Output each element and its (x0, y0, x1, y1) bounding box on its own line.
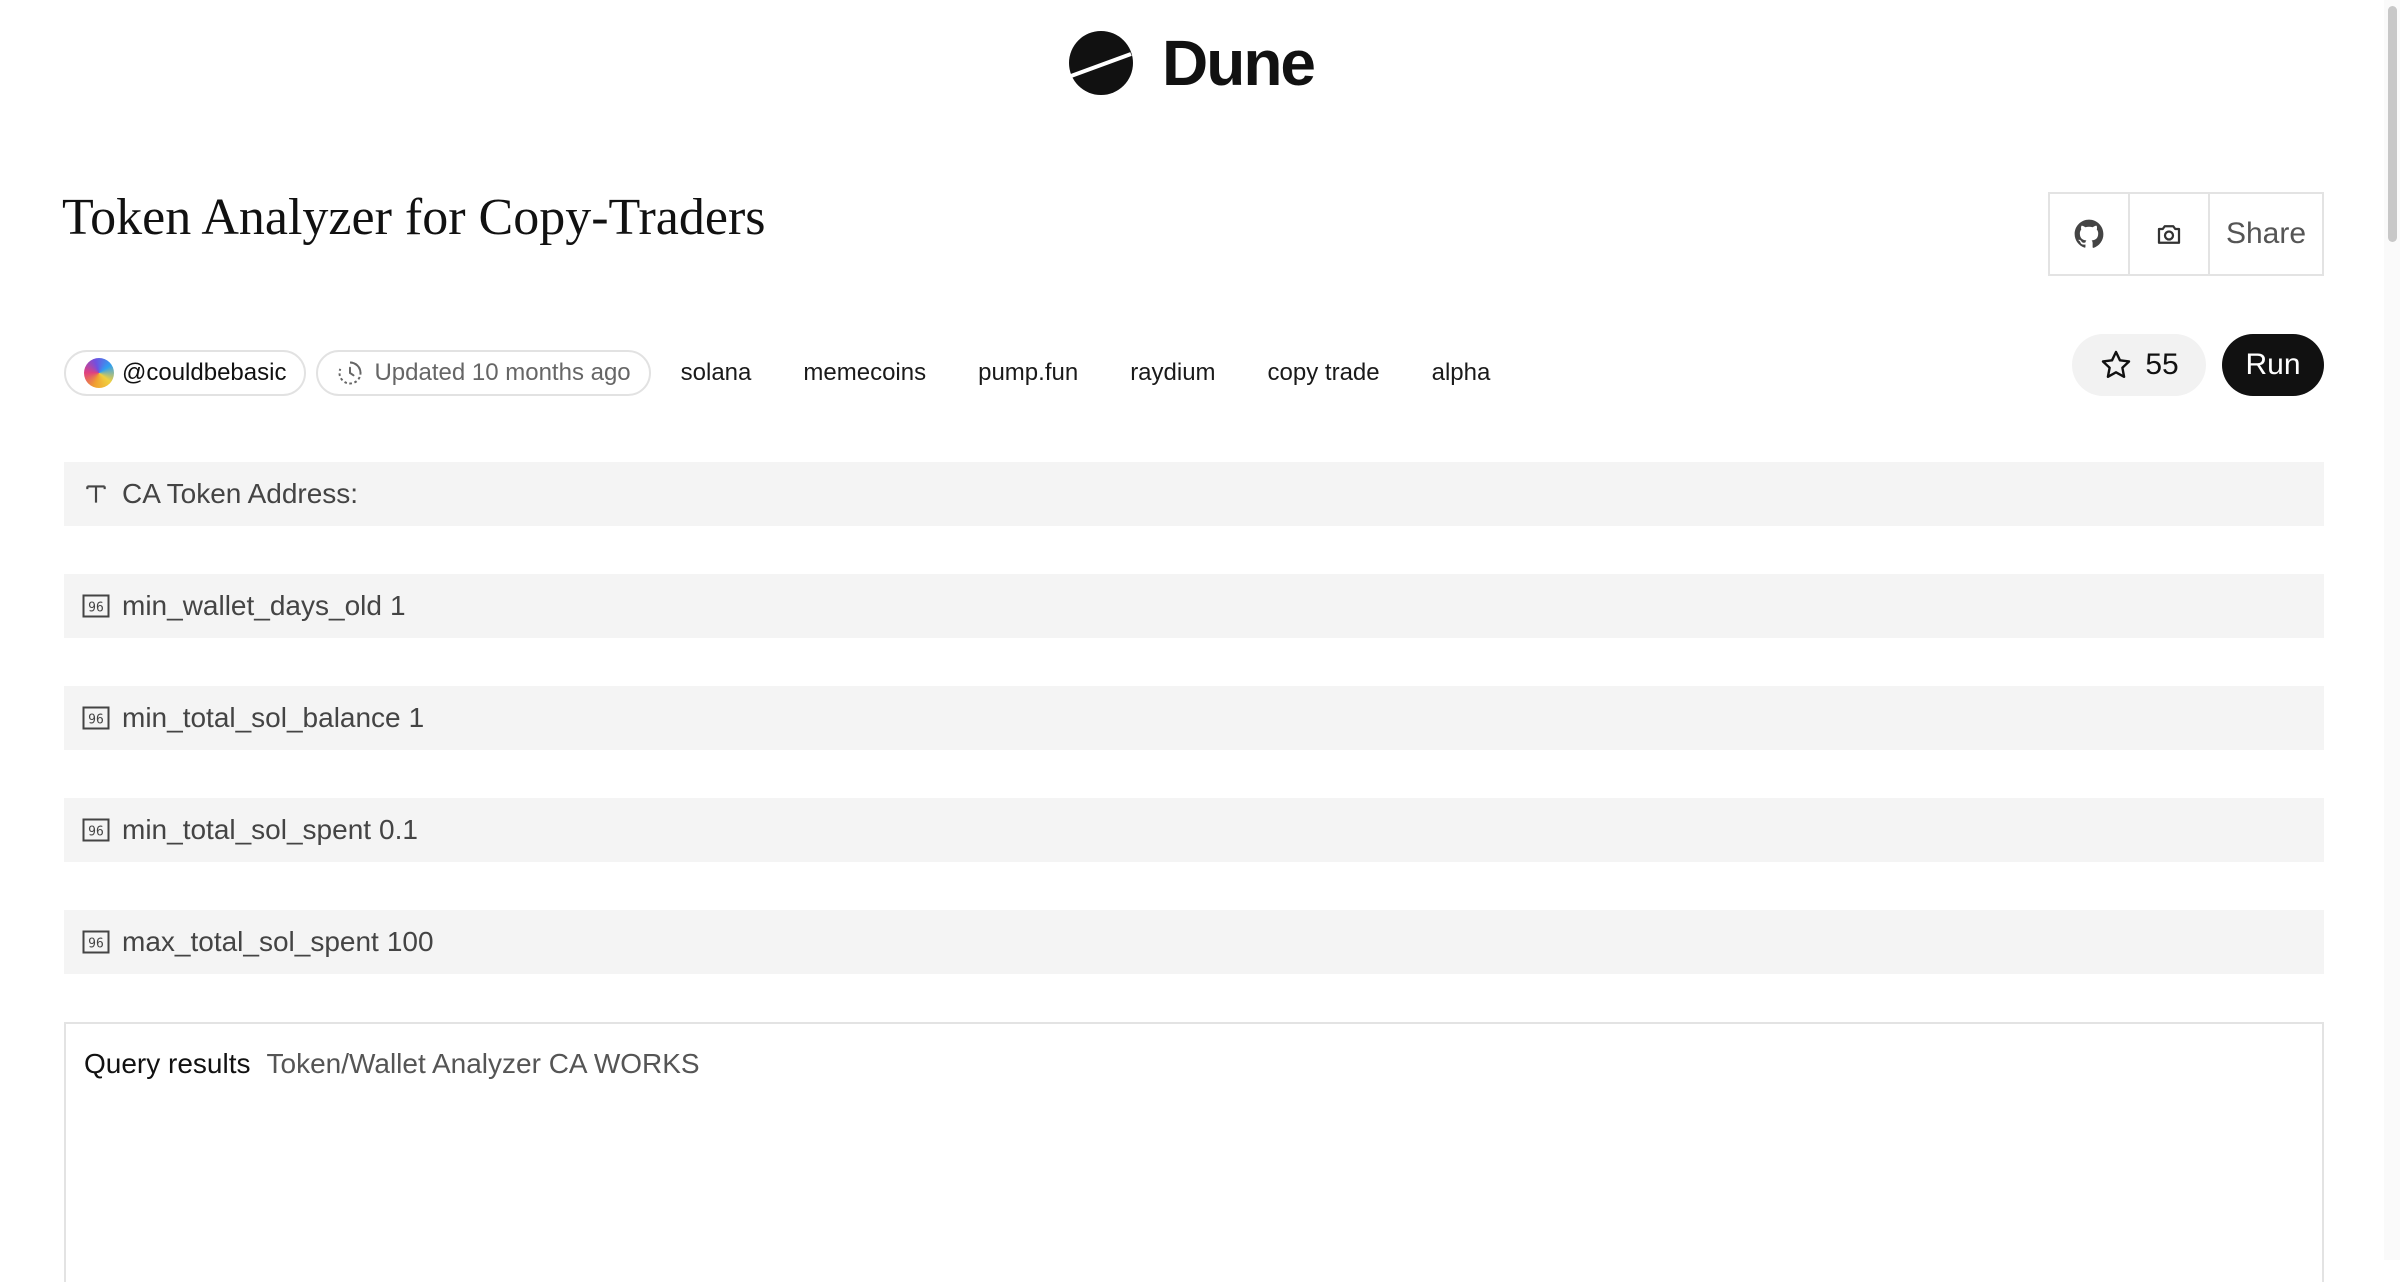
query-results-header: Query results Token/Wallet Analyzer CA W… (84, 1048, 700, 1080)
param-value: 1 (408, 702, 425, 733)
dashboard-meta: @couldbebasic Updated 10 months ago sola… (64, 350, 1522, 396)
share-button[interactable]: Share (2210, 194, 2322, 274)
tag-memecoins[interactable]: memecoins (803, 359, 926, 387)
page-title: Token Analyzer for Copy-Traders (62, 189, 766, 246)
param-min-wallet-days-old[interactable]: 96 min_wallet_days_old 1 (64, 574, 2324, 638)
query-name-link[interactable]: Token/Wallet Analyzer CA WORKS (267, 1048, 700, 1080)
param-min-total-sol-spent[interactable]: 96 min_total_sol_spent 0.1 (64, 798, 2324, 862)
tag-alpha[interactable]: alpha (1432, 359, 1491, 387)
svg-text:96: 96 (88, 937, 104, 952)
screenshot-button[interactable] (2130, 194, 2210, 274)
query-results-label: Query results (84, 1048, 251, 1079)
github-button[interactable] (2050, 194, 2130, 274)
updated-chip: Updated 10 months ago (316, 350, 651, 396)
param-label: max_total_sol_spent (122, 926, 379, 957)
author-chip[interactable]: @couldbebasic (64, 350, 307, 396)
param-label: min_total_sol_balance (122, 702, 401, 733)
star-button[interactable]: 55 (2072, 334, 2206, 396)
tag-raydium[interactable]: raydium (1130, 359, 1215, 387)
tag-solana[interactable]: solana (681, 359, 752, 387)
star-count: 55 (2145, 348, 2179, 381)
param-label: min_wallet_days_old (122, 590, 382, 621)
avatar (84, 358, 114, 388)
text-icon (82, 480, 110, 508)
param-label: CA Token Address: (122, 478, 359, 509)
updated-text: Updated 10 months ago (374, 359, 631, 386)
param-min-total-sol-balance[interactable]: 96 min_total_sol_balance 1 (64, 686, 2324, 750)
number-icon: 96 (82, 928, 110, 956)
svg-text:96: 96 (88, 601, 104, 616)
dune-logo[interactable]: Dune (1068, 27, 1316, 99)
author-name: @couldbebasic (122, 359, 287, 386)
star-icon (2102, 350, 2131, 378)
github-icon (2074, 219, 2104, 248)
dune-logo-text: Dune (1162, 27, 1316, 99)
number-icon: 96 (82, 704, 110, 732)
tag-pump-fun[interactable]: pump.fun (978, 359, 1078, 387)
clock-history-icon (339, 361, 362, 385)
param-ca-token-address[interactable]: CA Token Address: (64, 462, 2324, 526)
param-max-total-sol-spent[interactable]: 96 max_total_sol_spent 100 (64, 910, 2324, 974)
dune-logo-icon (1069, 31, 1133, 95)
tag-copy-trade[interactable]: copy trade (1268, 359, 1380, 387)
svg-text:96: 96 (88, 713, 104, 728)
camera-icon (2157, 225, 2181, 244)
number-icon: 96 (82, 816, 110, 844)
run-button[interactable]: Run (2222, 334, 2324, 396)
scrollbar-thumb[interactable] (2388, 6, 2397, 242)
page-scrollbar[interactable] (2384, 0, 2400, 1260)
query-results-card: Query results Token/Wallet Analyzer CA W… (64, 1022, 2324, 1282)
param-label: min_total_sol_spent (122, 814, 372, 845)
number-icon: 96 (82, 592, 110, 620)
param-value: 1 (389, 590, 406, 621)
param-value: 100 (386, 926, 434, 957)
action-group: Share (2048, 192, 2324, 276)
param-value: 0.1 (379, 814, 418, 845)
svg-text:96: 96 (88, 825, 104, 840)
